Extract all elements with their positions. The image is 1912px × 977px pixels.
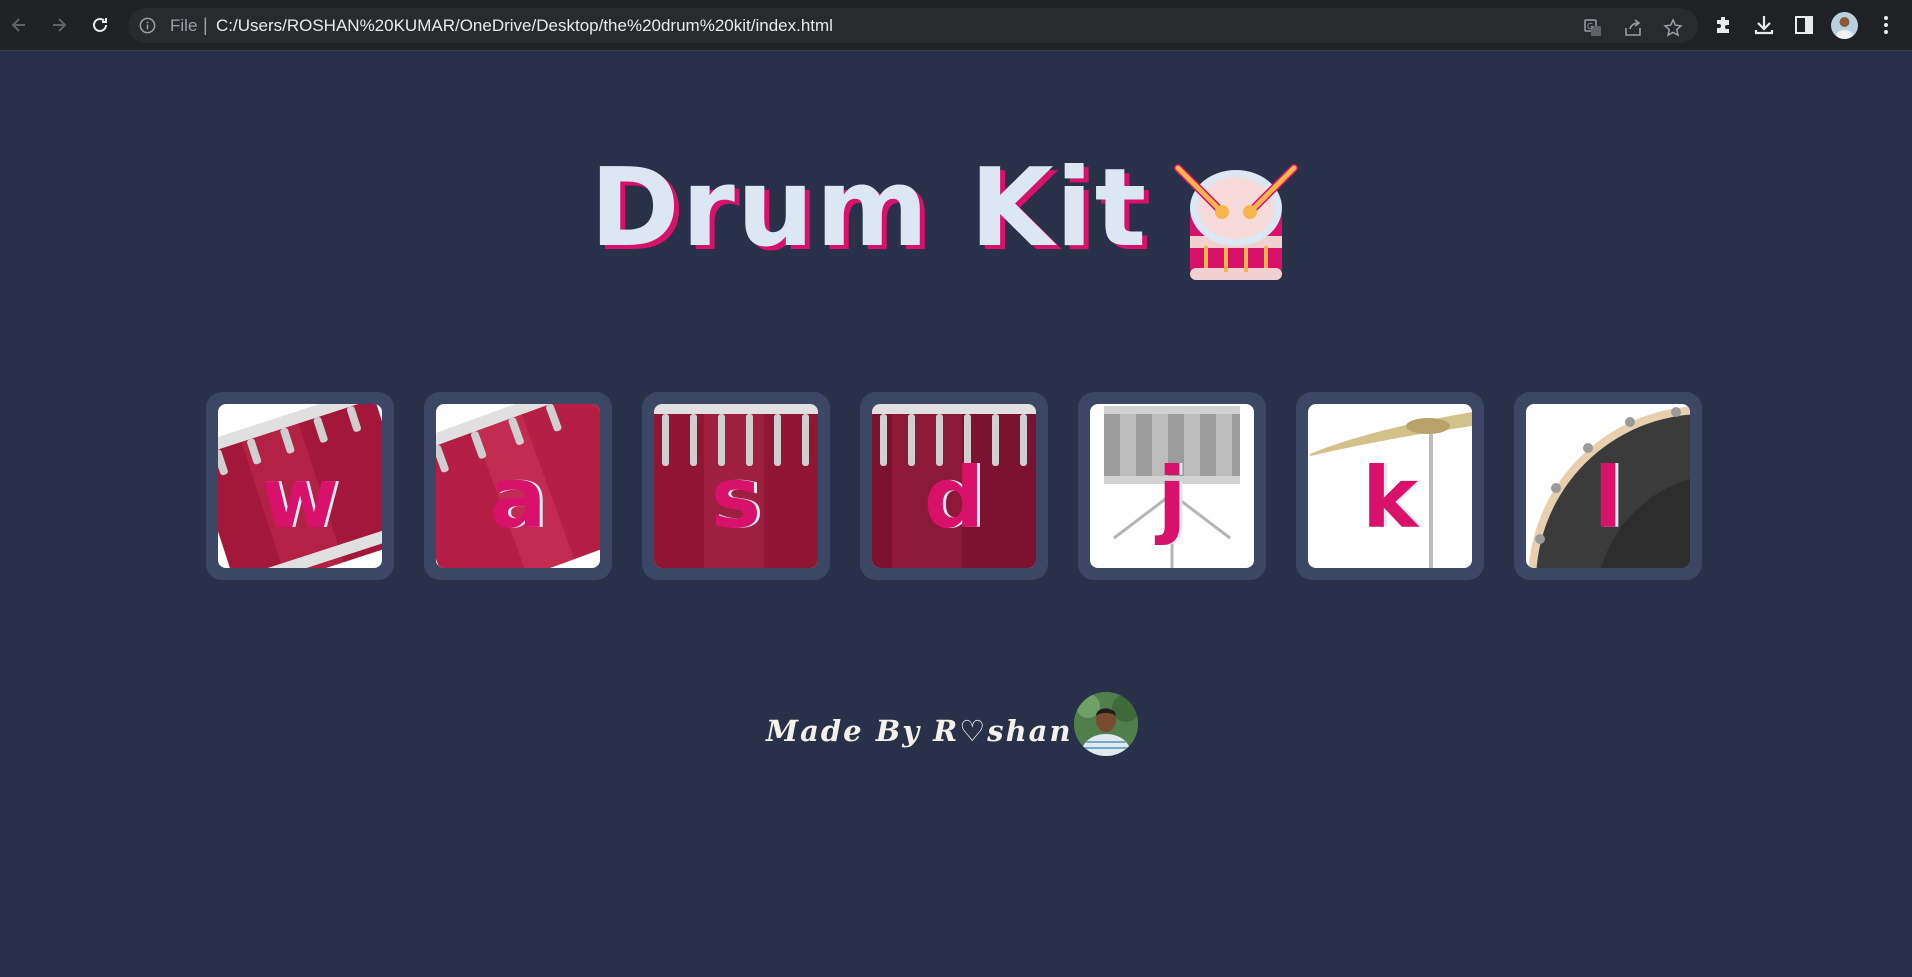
drum-pad-s[interactable]: s (642, 392, 830, 580)
reload-icon (93, 17, 107, 32)
drum-pad-image: j (1090, 404, 1254, 568)
pad-key-label: k (1362, 449, 1418, 547)
share-icon[interactable] (1623, 18, 1643, 38)
drum-pad-w[interactable]: w (206, 392, 394, 580)
drum-pad-j[interactable]: j (1078, 392, 1266, 580)
url-separator: | (203, 15, 208, 35)
url-text[interactable]: C:/Users/ROSHAN%20KUMAR/OneDrive/Desktop… (216, 16, 833, 36)
download-icon[interactable] (1752, 13, 1776, 37)
pad-key-label: a (489, 449, 547, 547)
drum-pad-image: d (872, 404, 1036, 568)
drum-pads: w a s d j k l (206, 392, 1702, 580)
forward-button[interactable] (43, 9, 75, 41)
drum-pad-k[interactable]: k (1296, 392, 1484, 580)
drum-pad-image: w (218, 404, 382, 568)
side-panel-icon[interactable] (1792, 13, 1816, 37)
forward-arrow-icon (53, 18, 67, 32)
drum-pad-a[interactable]: a (424, 392, 612, 580)
drum-pad-l[interactable]: l (1514, 392, 1702, 580)
url-scheme-label: File (170, 16, 198, 35)
drum-pad-image: l (1526, 404, 1690, 568)
reload-button[interactable] (84, 9, 116, 41)
translate-icon[interactable]: G (1583, 18, 1603, 38)
pad-key-label: j (1157, 449, 1187, 547)
drum-icon (1174, 164, 1298, 280)
back-button[interactable] (3, 9, 35, 41)
page-title: Drum Kit (590, 146, 1149, 271)
drum-pad-image: s (654, 404, 818, 568)
back-arrow-icon (11, 18, 25, 32)
address-bar[interactable]: File | C:/Users/ROSHAN%20KUMAR/OneDrive/… (128, 8, 1698, 43)
pad-key-label: d (923, 449, 985, 547)
drum-pad-image: k (1308, 404, 1472, 568)
footer-credit: Made By R♡shan (766, 714, 1073, 748)
author-avatar (1074, 692, 1138, 756)
page-header: Drum Kit (590, 155, 1148, 285)
extensions-icon[interactable] (1712, 13, 1736, 37)
browser-toolbar: File | C:/Users/ROSHAN%20KUMAR/OneDrive/… (0, 0, 1912, 51)
kebab-menu-icon[interactable] (1874, 13, 1898, 37)
drum-pad-image: a (436, 404, 600, 568)
drum-pad-d[interactable]: d (860, 392, 1048, 580)
pad-key-label: w (261, 449, 339, 547)
pad-key-label: l (1593, 449, 1623, 547)
star-icon[interactable] (1663, 18, 1683, 38)
svg-text:G: G (1587, 22, 1593, 31)
info-icon[interactable] (138, 16, 157, 35)
footer: Made By R♡shan (766, 708, 1109, 754)
profile-avatar[interactable] (1831, 12, 1858, 39)
pad-key-label: s (711, 449, 761, 547)
